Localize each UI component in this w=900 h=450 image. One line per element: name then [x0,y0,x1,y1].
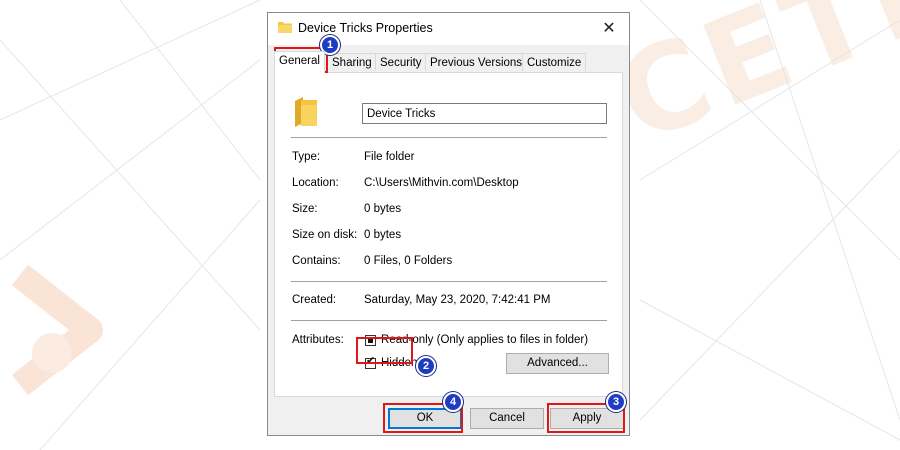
contains-value: 0 Files, 0 Folders [364,255,453,267]
step-marker-2: 2 [416,356,436,376]
properties-dialog: Device Tricks Properties ✕ General Shari… [267,12,630,436]
tab-sharing[interactable]: Sharing [327,53,377,71]
general-tab-panel: Type: File folder Location: C:\Users\Mit… [274,72,623,397]
cancel-button[interactable]: Cancel [470,408,544,429]
tab-previous-versions[interactable]: Previous Versions [425,53,528,71]
readonly-label: Read-only (Only applies to files in fold… [381,334,589,346]
readonly-checkbox[interactable] [365,335,376,346]
hidden-label: Hidden [381,357,418,369]
divider [291,281,607,282]
contains-label: Contains: [292,255,341,267]
divider [291,137,607,138]
step-marker-4: 4 [443,392,463,412]
folder-name-input[interactable] [362,103,607,124]
tab-customize[interactable]: Customize [522,53,587,71]
advanced-button[interactable]: Advanced... [506,353,609,374]
window-title: Device Tricks Properties [298,21,433,35]
step-marker-3: 3 [606,392,626,412]
tab-general[interactable]: General [274,51,325,73]
hidden-checkbox[interactable]: ✔ [365,355,376,369]
size-value: 0 bytes [364,203,402,215]
type-value: File folder [364,151,415,163]
folder-icon [278,22,292,33]
check-icon: ✔ [366,355,376,367]
large-folder-icon [295,97,317,127]
size-on-disk-label: Size on disk: [292,229,358,241]
attributes-label: Attributes: [292,334,344,346]
size-label: Size: [292,203,318,215]
divider [291,320,607,321]
created-label: Created: [292,294,337,306]
location-value: C:\Users\Mithvin.com\Desktop [364,177,519,189]
size-on-disk-value: 0 bytes [364,229,402,241]
created-value: Saturday, May 23, 2020, 7:42:41 PM [364,294,551,306]
watermark-logo-icon [11,264,103,396]
close-button[interactable]: ✕ [595,16,623,42]
tab-security[interactable]: Security [375,53,427,71]
indeterminate-mark [368,338,373,343]
type-label: Type: [292,151,321,163]
location-label: Location: [292,177,339,189]
